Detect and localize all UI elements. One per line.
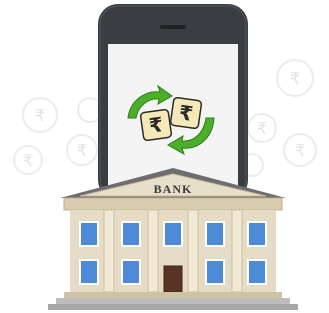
bank-window (247, 221, 267, 247)
bank-building: BANK (48, 168, 298, 310)
bank-window (205, 221, 225, 247)
bg-coin-2-symbol: ₹ (23, 151, 33, 170)
bg-coin-1-symbol: ₹ (35, 106, 45, 125)
bank-window (79, 259, 99, 285)
bank-entablature (63, 197, 283, 211)
bank-column (187, 209, 199, 293)
bank-window (247, 259, 267, 285)
bank-step (56, 298, 290, 304)
bg-coin-3: ₹ (66, 134, 98, 166)
bg-coin-7-symbol: ₹ (295, 141, 305, 160)
bank-sign: BANK (154, 182, 193, 196)
bg-coin-1: ₹ (22, 97, 58, 133)
bg-coin-7: ₹ (283, 133, 317, 167)
bg-coin-6: ₹ (247, 113, 277, 143)
bank-door (163, 265, 183, 293)
bank-window (205, 259, 225, 285)
bg-coin-6-symbol: ₹ (257, 119, 267, 138)
bank-column (147, 209, 159, 293)
bank-base (64, 292, 282, 298)
phone-speaker (160, 25, 186, 29)
bg-coin-3-symbol: ₹ (77, 141, 87, 160)
rupee-tile-left: ₹ (139, 108, 173, 142)
bank-window (163, 221, 183, 247)
bank-window (79, 221, 99, 247)
bank-step (48, 304, 298, 310)
bank-mobile-transfer-illustration: ₹ ₹ ₹ ₹ ₹ ₹ ₹ ₹ BANK (13, 4, 317, 310)
rupee-tile-right: ₹ (169, 96, 203, 130)
bank-column (103, 209, 115, 293)
bank-window (121, 221, 141, 247)
bg-coin-5: ₹ (276, 59, 314, 97)
bank-window (121, 259, 141, 285)
bg-coin-5-symbol: ₹ (290, 69, 300, 88)
bg-coin-2: ₹ (13, 145, 43, 175)
bank-column (231, 209, 243, 293)
